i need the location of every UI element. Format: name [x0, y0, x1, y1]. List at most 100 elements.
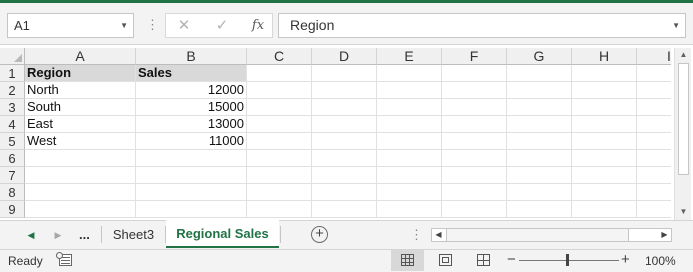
cell-a2[interactable]: North — [25, 82, 136, 99]
cell-e3[interactable] — [377, 99, 442, 116]
cell-h6[interactable] — [572, 150, 637, 167]
cell-c9[interactable] — [247, 201, 312, 218]
cell-e8[interactable] — [377, 184, 442, 201]
cell-c4[interactable] — [247, 116, 312, 133]
cell-f4[interactable] — [442, 116, 507, 133]
row-header-7[interactable]: 7 — [0, 167, 25, 184]
row-header-3[interactable]: 3 — [0, 99, 25, 116]
cell-c2[interactable] — [247, 82, 312, 99]
triangle-up-icon[interactable]: ▲ — [675, 48, 692, 62]
cell-a1[interactable]: Region — [25, 65, 136, 82]
cell-f6[interactable] — [442, 150, 507, 167]
vertical-scrollbar[interactable]: ▲ ▼ — [674, 48, 691, 220]
column-header-b[interactable]: B — [136, 48, 247, 65]
cell-h8[interactable] — [572, 184, 637, 201]
cell-g9[interactable] — [507, 201, 572, 218]
column-header-a[interactable]: A — [25, 48, 136, 65]
cell-a3[interactable]: South — [25, 99, 136, 116]
row-header-6[interactable]: 6 — [0, 150, 25, 167]
tab-sheet3[interactable]: Sheet3 — [102, 221, 165, 249]
cell-e1[interactable] — [377, 65, 442, 82]
zoom-in-button[interactable]: + — [621, 251, 630, 269]
cell-b8[interactable] — [136, 184, 247, 201]
macro-record-icon[interactable] — [56, 252, 72, 266]
cell-g5[interactable] — [507, 133, 572, 150]
spreadsheet-grid[interactable]: A B C D E F G H I 1 2 3 4 5 6 7 8 9 Regi… — [0, 48, 671, 218]
cell-h4[interactable] — [572, 116, 637, 133]
column-header-f[interactable]: F — [442, 48, 507, 65]
triangle-right-icon[interactable]: ▶ — [51, 227, 65, 243]
cell-c6[interactable] — [247, 150, 312, 167]
cell-f5[interactable] — [442, 133, 507, 150]
cell-d4[interactable] — [312, 116, 377, 133]
name-box[interactable]: A1 ▼ — [7, 13, 134, 38]
select-all-corner[interactable] — [0, 48, 25, 65]
formula-bar-splitter[interactable]: ⋮ — [146, 15, 159, 35]
cell-d6[interactable] — [312, 150, 377, 167]
insert-function-button[interactable]: fx — [246, 16, 270, 36]
cell-c5[interactable] — [247, 133, 312, 150]
cell-i9[interactable] — [637, 201, 671, 218]
cell-e4[interactable] — [377, 116, 442, 133]
cell-i4[interactable] — [637, 116, 671, 133]
page-layout-button[interactable] — [429, 250, 462, 271]
cell-f7[interactable] — [442, 167, 507, 184]
cell-e6[interactable] — [377, 150, 442, 167]
tab-regional-sales[interactable]: Regional Sales — [166, 220, 279, 248]
row-header-8[interactable]: 8 — [0, 184, 25, 201]
chevron-down-icon[interactable]: ▼ — [120, 14, 128, 37]
enter-check-icon[interactable]: ✓ — [210, 16, 234, 36]
column-header-d[interactable]: D — [312, 48, 377, 65]
cell-f9[interactable] — [442, 201, 507, 218]
cell-d8[interactable] — [312, 184, 377, 201]
column-header-i[interactable]: I — [637, 48, 671, 65]
cell-e9[interactable] — [377, 201, 442, 218]
horizontal-scrollbar[interactable]: ◀ ▶ — [431, 228, 672, 242]
column-header-h[interactable]: H — [572, 48, 637, 65]
row-header-9[interactable]: 9 — [0, 201, 25, 218]
cell-f1[interactable] — [442, 65, 507, 82]
cell-g6[interactable] — [507, 150, 572, 167]
cell-a4[interactable]: East — [25, 116, 136, 133]
cell-e2[interactable] — [377, 82, 442, 99]
zoom-out-button[interactable]: − — [507, 251, 516, 269]
cell-h1[interactable] — [572, 65, 637, 82]
cancel-icon[interactable]: ✕ — [172, 16, 196, 36]
column-header-e[interactable]: E — [377, 48, 442, 65]
cell-d5[interactable] — [312, 133, 377, 150]
page-break-preview-button[interactable] — [467, 250, 500, 271]
cell-a5[interactable]: West — [25, 133, 136, 150]
column-header-c[interactable]: C — [247, 48, 312, 65]
row-header-5[interactable]: 5 — [0, 133, 25, 150]
cell-b1[interactable]: Sales — [136, 65, 247, 82]
tab-split-handle[interactable]: ⋮ — [410, 226, 424, 244]
zoom-slider-thumb[interactable] — [566, 254, 569, 266]
cell-e5[interactable] — [377, 133, 442, 150]
zoom-slider[interactable] — [519, 260, 619, 261]
zoom-level[interactable]: 100% — [645, 254, 676, 268]
cell-f8[interactable] — [442, 184, 507, 201]
cell-b7[interactable] — [136, 167, 247, 184]
cell-f2[interactable] — [442, 82, 507, 99]
cell-a9[interactable] — [25, 201, 136, 218]
formula-input[interactable]: Region ▼ — [278, 13, 686, 38]
cell-h5[interactable] — [572, 133, 637, 150]
cell-h7[interactable] — [572, 167, 637, 184]
row-header-4[interactable]: 4 — [0, 116, 25, 133]
horizontal-scroll-thumb[interactable] — [446, 229, 629, 241]
cell-c1[interactable] — [247, 65, 312, 82]
cell-i8[interactable] — [637, 184, 671, 201]
cell-f3[interactable] — [442, 99, 507, 116]
cell-h3[interactable] — [572, 99, 637, 116]
cell-d7[interactable] — [312, 167, 377, 184]
cell-d1[interactable] — [312, 65, 377, 82]
triangle-right-icon[interactable]: ▶ — [658, 229, 671, 241]
cell-i1[interactable] — [637, 65, 671, 82]
cell-b9[interactable] — [136, 201, 247, 218]
cell-g1[interactable] — [507, 65, 572, 82]
cell-b2[interactable]: 12000 — [136, 82, 247, 99]
cell-i2[interactable] — [637, 82, 671, 99]
row-header-1[interactable]: 1 — [0, 65, 25, 82]
cell-b3[interactable]: 15000 — [136, 99, 247, 116]
cell-d9[interactable] — [312, 201, 377, 218]
